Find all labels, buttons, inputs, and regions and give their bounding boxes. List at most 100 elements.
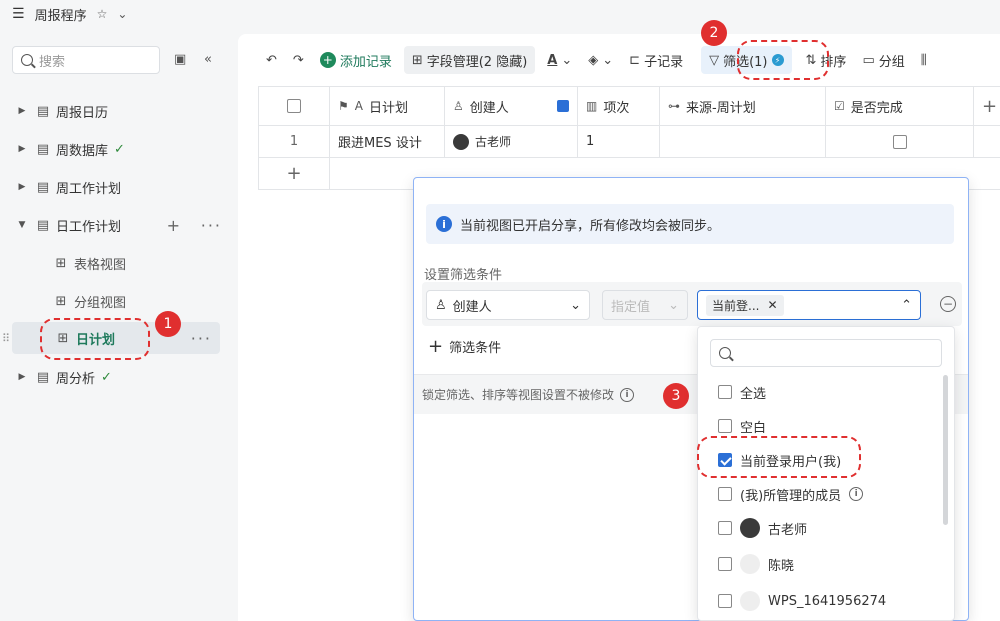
- sub-record-label: 子记录: [644, 54, 684, 70]
- fill-color-button[interactable]: ◈ ⌄: [580, 46, 621, 74]
- star-icon[interactable]: ☆: [97, 7, 108, 21]
- table-row[interactable]: 1 跟进MES 设计 古老师 1: [258, 126, 1000, 158]
- sidebar-item-weekly-calendar[interactable]: ▶ ▤ 周报日历: [0, 95, 238, 127]
- done-checkbox[interactable]: [892, 134, 907, 149]
- option-user-gu[interactable]: 古老师: [718, 516, 807, 540]
- sidebar-search-input[interactable]: 搜索: [12, 46, 160, 74]
- filter-applied-icon: [557, 100, 569, 112]
- operator-select[interactable]: 指定值 ⌄: [602, 290, 688, 320]
- column-label: 来源-周计划: [686, 100, 756, 116]
- double-chevron-left-icon[interactable]: «: [204, 52, 212, 67]
- filter-section-title: 设置筛选条件: [424, 268, 503, 283]
- field-select-value: 创建人: [452, 299, 492, 315]
- undo-icon: ↶: [266, 52, 277, 68]
- expand-arrow-icon[interactable]: ▶: [12, 144, 32, 154]
- field-manage-button[interactable]: ⊞ 字段管理(2 隐藏): [403, 46, 536, 74]
- info-icon[interactable]: i: [849, 487, 864, 501]
- close-icon[interactable]: ✕: [767, 298, 777, 312]
- cell-creator[interactable]: 古老师: [445, 126, 578, 157]
- scrollbar[interactable]: [943, 375, 948, 525]
- checkbox[interactable]: [718, 419, 732, 433]
- redo-button[interactable]: ↷: [285, 46, 312, 74]
- column-header-done[interactable]: ☑ 是否完成: [826, 87, 974, 125]
- checkbox[interactable]: [718, 521, 732, 535]
- expand-arrow-icon[interactable]: ▶: [12, 372, 32, 382]
- add-column-button[interactable]: +: [974, 87, 1000, 125]
- menu-icon[interactable]: ☰: [12, 6, 25, 22]
- column-header-item[interactable]: ▥ 项次: [578, 87, 660, 125]
- creator-name: 古老师: [475, 135, 512, 149]
- undo-button[interactable]: ↶: [258, 46, 285, 74]
- add-row-button[interactable]: +: [258, 158, 330, 189]
- annotation-ring-3: [697, 436, 861, 478]
- column-header-plan[interactable]: ⚑ A 日计划: [330, 87, 445, 125]
- sidebar-item-group-view[interactable]: ⊞ 分组视图: [0, 285, 238, 317]
- dropdown-search-input[interactable]: [710, 339, 942, 367]
- search-icon: [719, 347, 731, 359]
- sidebar-item-weekly-plan[interactable]: ▶ ▤ 周工作计划: [0, 171, 238, 203]
- sidebar-item-label: 周工作计划: [56, 181, 122, 197]
- chevron-down-icon: ⌄: [570, 297, 581, 313]
- add-icon[interactable]: +: [167, 216, 182, 235]
- remove-condition-button[interactable]: −: [940, 296, 956, 312]
- option-user-chen[interactable]: 陈晓: [718, 552, 794, 576]
- value-select[interactable]: 当前登... ✕ ⌃: [697, 290, 921, 320]
- cell-source[interactable]: [660, 126, 826, 157]
- user-icon: ♙: [435, 297, 447, 313]
- redo-icon: ↷: [292, 52, 304, 68]
- option-user-wps[interactable]: WPS_1641956274: [718, 589, 886, 613]
- add-filter-condition-button[interactable]: + 筛选条件: [428, 336, 501, 357]
- app-title: 周报程序: [34, 8, 87, 24]
- chip-label: 当前登...: [712, 298, 760, 313]
- column-header-creator[interactable]: ♙ 创建人: [445, 87, 578, 125]
- select-all-cell[interactable]: [258, 87, 330, 125]
- sub-record-button[interactable]: ⊏ 子记录: [621, 46, 691, 74]
- column-label: 创建人: [469, 100, 509, 116]
- notice-text: 当前视图已开启分享，所有修改均会被同步。: [460, 218, 721, 234]
- option-select-all[interactable]: 全选: [718, 380, 766, 404]
- collapse-arrow-icon[interactable]: ▼: [12, 220, 32, 230]
- checkbox[interactable]: [718, 487, 732, 501]
- option-managed-members[interactable]: (我)所管理的成员 i: [718, 482, 864, 506]
- chevron-up-icon: ⌃: [901, 297, 912, 313]
- drag-handle-icon[interactable]: ⠿: [2, 332, 10, 345]
- cell-item[interactable]: 1: [578, 126, 660, 157]
- flag-icon: ⚑: [338, 99, 349, 113]
- column-header-source[interactable]: ⊶ 来源-周计划: [660, 87, 826, 125]
- folder-icon: ▭: [862, 52, 875, 68]
- sidebar-item-weekly-analysis[interactable]: ▶ ▤ 周分析 ✓: [0, 361, 238, 393]
- group-button[interactable]: ▭ 分组: [854, 46, 912, 74]
- link-icon: ⊶: [668, 99, 680, 113]
- chevron-down-icon: ⌄: [668, 297, 679, 313]
- info-icon: i: [436, 216, 452, 232]
- app-title-bar: ☰ 周报程序 ☆ ⌄: [0, 0, 238, 28]
- option-blank[interactable]: 空白: [718, 414, 766, 438]
- annotation-ring-1: [40, 318, 150, 360]
- expand-arrow-icon[interactable]: ▶: [12, 182, 32, 192]
- table-icon: ▤: [36, 179, 50, 195]
- info-icon[interactable]: i: [620, 387, 635, 402]
- field-select[interactable]: ♙ 创建人 ⌄: [426, 290, 590, 320]
- chevron-down-icon[interactable]: ⌄: [117, 7, 127, 21]
- option-label: 陈晓: [768, 558, 795, 574]
- text-color-button[interactable]: A ⌄: [539, 46, 580, 74]
- annotation-badge-2: 2: [701, 20, 727, 46]
- add-record-button[interactable]: + 添加记录: [312, 46, 400, 74]
- more-icon[interactable]: ···: [191, 329, 212, 348]
- more-icon[interactable]: ···: [201, 216, 222, 235]
- cell-plan[interactable]: 跟进MES 设计: [330, 126, 445, 157]
- sidebar-item-weekly-database[interactable]: ▶ ▤ 周数据库 ✓: [0, 133, 238, 165]
- cell-done[interactable]: [826, 126, 974, 157]
- row-height-button[interactable]: ⫼: [913, 46, 935, 74]
- expand-arrow-icon[interactable]: ▶: [12, 106, 32, 116]
- sidebar-item-table-view[interactable]: ⊞ 表格视图: [0, 247, 238, 279]
- sidebar-item-daily-plan[interactable]: ▼ ▤ 日工作计划 + ···: [0, 209, 238, 241]
- collapse-panel-icon[interactable]: ▣: [174, 52, 186, 67]
- filter-condition-row: ♙ 创建人 ⌄ 指定值 ⌄ 当前登... ✕ ⌃ −: [422, 282, 962, 326]
- checkbox[interactable]: [718, 557, 732, 571]
- checkbox[interactable]: [718, 385, 732, 399]
- table-icon: ▤: [36, 141, 50, 157]
- checkbox[interactable]: [718, 594, 732, 608]
- select-all-checkbox[interactable]: [287, 99, 301, 113]
- search-placeholder: 搜索: [39, 54, 66, 70]
